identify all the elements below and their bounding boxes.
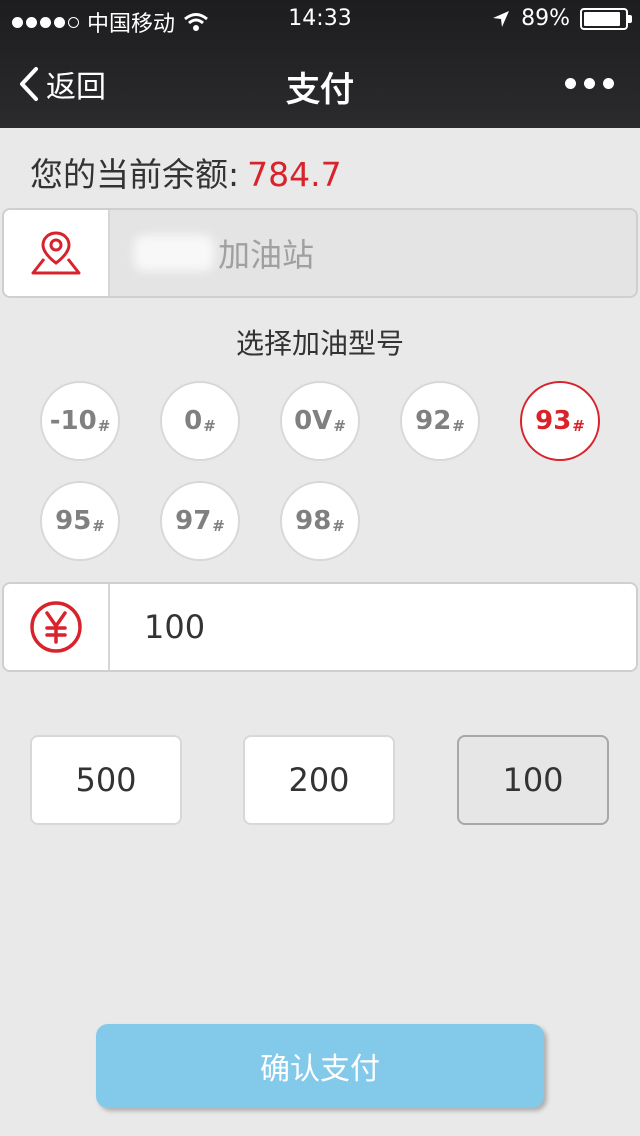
fuel-option-suffix: #: [572, 417, 585, 435]
more-dot: [584, 78, 595, 89]
fuel-option-label: 0: [184, 406, 203, 436]
quick-amount-button[interactable]: 500: [30, 735, 182, 825]
redacted-station-prefix: [134, 235, 214, 271]
location-arrow-icon: [493, 10, 510, 27]
balance-label: 您的当前余额:: [30, 155, 240, 194]
amount-input[interactable]: 100: [110, 584, 636, 670]
station-selector[interactable]: 加油站: [2, 208, 638, 298]
fuel-option-label: 95: [55, 506, 92, 536]
more-dot: [603, 78, 614, 89]
status-bar: 中国移动 14:33 89%: [0, 0, 640, 40]
more-menu-button[interactable]: [565, 78, 614, 89]
fuel-option-0V[interactable]: 0V #: [280, 381, 360, 461]
balance-line: 您的当前余额: 784.7: [30, 148, 342, 196]
status-right: 89%: [491, 6, 632, 31]
fuel-option-suffix: #: [332, 517, 345, 535]
battery-fill: [584, 11, 620, 26]
amount-icon-cell: [4, 584, 110, 670]
amount-row: 100: [2, 582, 638, 672]
fuel-option--10[interactable]: -10 #: [40, 381, 120, 461]
fuel-option-label: -10: [49, 406, 97, 436]
fuel-option-label: 98: [295, 506, 332, 536]
station-name: 加油站: [218, 236, 315, 274]
map-pin-icon: [31, 231, 81, 275]
fuel-option-suffix: #: [452, 417, 465, 435]
quick-amount-button[interactable]: 200: [243, 735, 395, 825]
fuel-option-suffix: #: [212, 517, 225, 535]
fuel-option-97[interactable]: 97 #: [160, 481, 240, 561]
quick-amount-button[interactable]: 100: [457, 735, 609, 825]
fuel-type-label: 选择加油型号: [235, 327, 404, 360]
fuel-option-suffix: #: [333, 417, 346, 435]
station-icon-cell: [4, 210, 110, 296]
fuel-option-label: 92: [415, 406, 452, 436]
confirm-pay-button[interactable]: 确认支付: [96, 1024, 544, 1108]
battery-percent: 89%: [521, 6, 570, 31]
top-bar: 中国移动 14:33 89% 返回 支付: [0, 0, 640, 128]
fuel-option-93[interactable]: 93 #: [520, 381, 600, 461]
battery-icon: [580, 7, 632, 30]
page-title: 支付: [286, 70, 354, 110]
fuel-option-suffix: #: [92, 517, 105, 535]
station-name-field[interactable]: 加油站: [110, 210, 636, 296]
fuel-option-label: 97: [175, 506, 212, 536]
fuel-option-95[interactable]: 95 #: [40, 481, 120, 561]
nav-bar: 返回 支付: [0, 40, 640, 128]
fuel-option-suffix: #: [97, 417, 111, 435]
balance-value: 784.7: [247, 155, 342, 194]
fuel-option-suffix: #: [203, 417, 216, 435]
fuel-option-0[interactable]: 0 #: [160, 381, 240, 461]
fuel-option-label: 93: [535, 406, 572, 436]
more-dot: [565, 78, 576, 89]
fuel-option-label: 0V: [294, 406, 333, 436]
fuel-option-92[interactable]: 92 #: [400, 381, 480, 461]
fuel-option-98[interactable]: 98 #: [280, 481, 360, 561]
yen-icon: [30, 601, 82, 653]
